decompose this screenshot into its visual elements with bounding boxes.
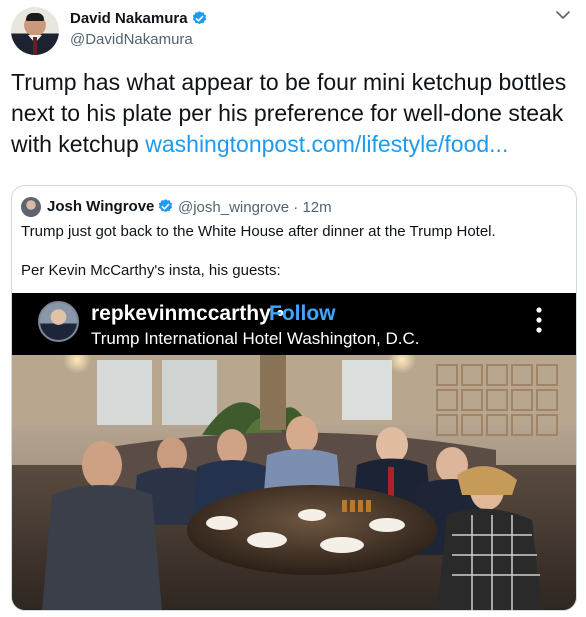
quoted-author-meta: @josh_wingrove · 12m	[178, 199, 332, 216]
quoted-photo[interactable]: repkevinmccarthy • Follow Trump Internat…	[12, 293, 576, 610]
quoted-author-avatar[interactable]	[21, 197, 41, 217]
verified-badge-icon	[158, 199, 173, 213]
vertical-dots-icon	[536, 307, 542, 333]
author-handle[interactable]: @DavidNakamura	[70, 31, 193, 48]
author-name[interactable]: David Nakamura	[70, 10, 188, 27]
quoted-tweet[interactable]: Josh Wingrove @josh_wingrove · 12m Trump…	[11, 185, 577, 611]
meta-separator: ·	[293, 199, 299, 216]
quoted-text-line-1: Trump just got back to the White House a…	[21, 223, 496, 240]
tweet-text: Trump has what appear to be four mini ke…	[11, 67, 581, 160]
dinner-photo	[12, 355, 576, 610]
quoted-author-name[interactable]: Josh Wingrove	[47, 198, 154, 215]
instagram-avatar	[38, 301, 79, 342]
verified-badge-icon	[192, 11, 207, 25]
article-link[interactable]: washingtonpost.com/lifestyle/food...	[145, 131, 508, 157]
quoted-text-line-2: Per Kevin McCarthy's insta, his guests:	[21, 262, 281, 279]
quoted-author-handle[interactable]: @josh_wingrove	[178, 199, 289, 216]
instagram-username: repkevinmccarthy •	[91, 302, 284, 326]
instagram-username-text: repkevinmccarthy	[91, 302, 271, 325]
tweet-card: David Nakamura @DavidNakamura Trump has …	[0, 0, 586, 617]
instagram-follow: Follow	[269, 302, 336, 325]
more-options-icon[interactable]	[555, 10, 571, 20]
author-avatar[interactable]	[11, 7, 59, 55]
instagram-header: repkevinmccarthy • Follow Trump Internat…	[12, 293, 576, 355]
quoted-timestamp[interactable]: 12m	[302, 199, 331, 216]
instagram-location: Trump International Hotel Washington, D.…	[91, 329, 420, 348]
